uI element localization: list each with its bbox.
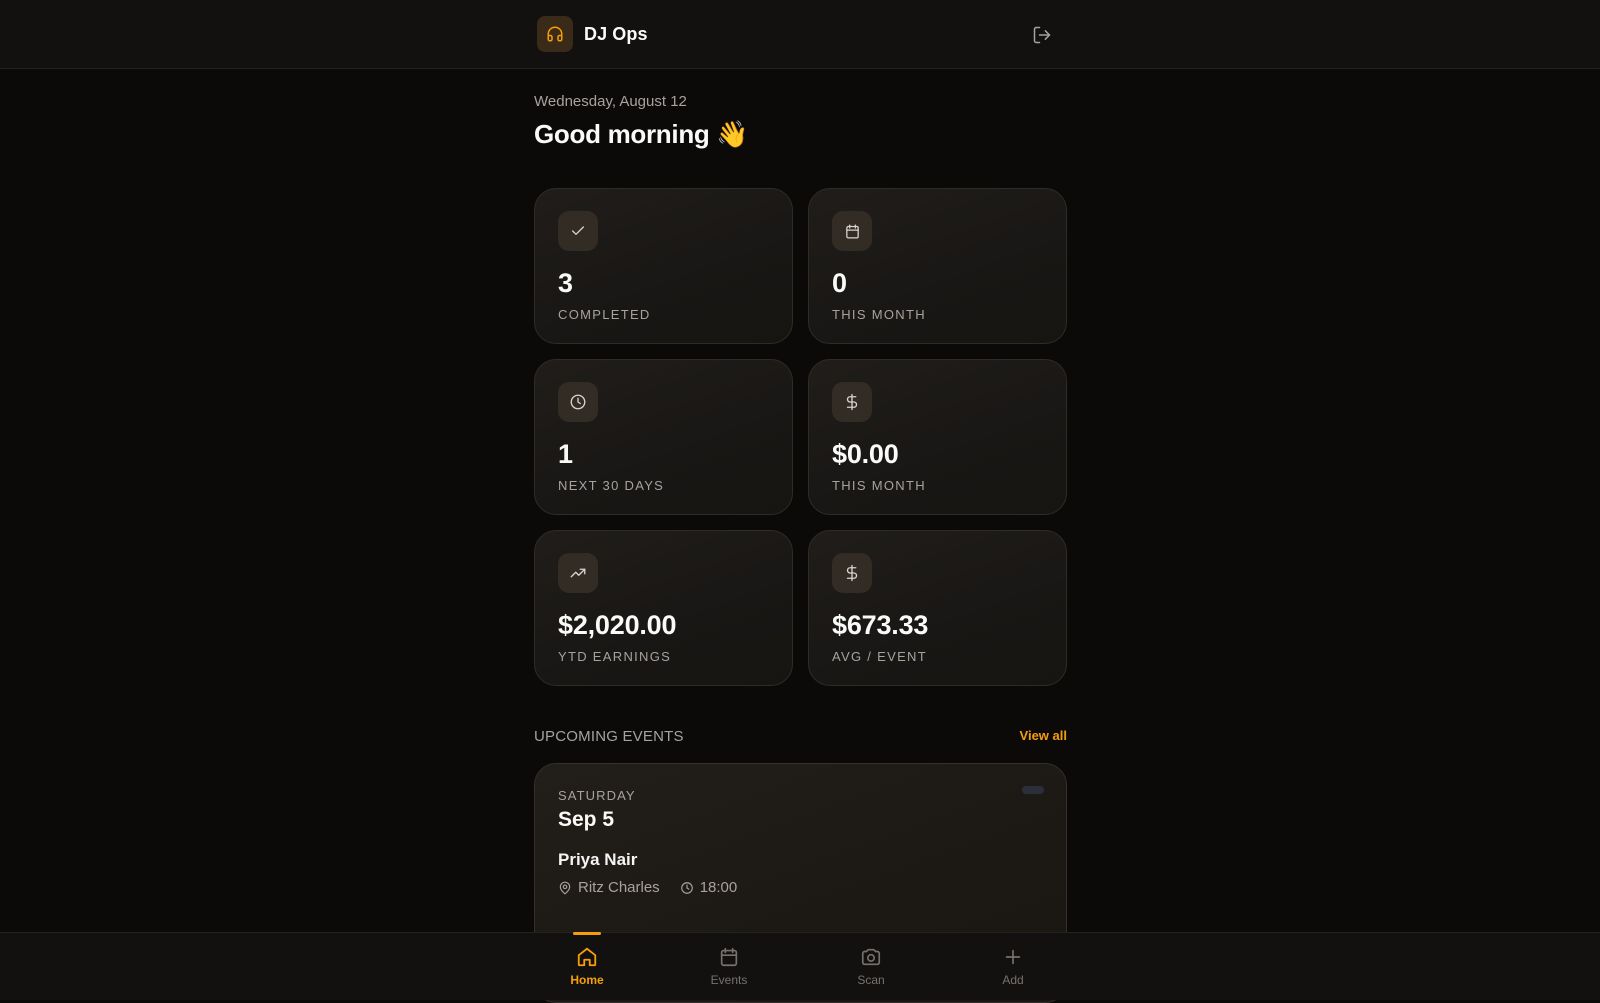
stat-label: THIS MONTH — [832, 307, 926, 322]
stat-card-this-month-events: 0 THIS MONTH — [808, 188, 1067, 344]
headphones-icon — [537, 16, 573, 52]
stat-card-ytd-earnings: $2,020.00 YTD EARNINGS — [534, 530, 793, 686]
stat-label: AVG / EVENT — [832, 649, 927, 664]
stat-value: $673.33 — [832, 610, 929, 640]
plus-icon — [1002, 945, 1024, 969]
calendar-icon — [832, 211, 872, 251]
stat-value: 1 — [558, 439, 573, 469]
stat-value: $0.00 — [832, 439, 899, 469]
stat-card-this-month-earnings: $0.00 THIS MONTH — [808, 359, 1067, 515]
view-all-link[interactable]: View all — [1020, 728, 1067, 743]
logout-button[interactable] — [1029, 22, 1055, 48]
nav-item-home[interactable]: Home — [547, 932, 627, 1001]
trending-up-icon — [558, 553, 598, 593]
stat-card-next-30-days: 1 NEXT 30 DAYS — [534, 359, 793, 515]
logout-icon — [1033, 26, 1051, 44]
greeting-heading: Good morning 👋 — [534, 119, 749, 149]
clock-icon — [680, 881, 693, 894]
active-indicator — [573, 932, 601, 935]
nav-label: Events — [710, 973, 748, 987]
upcoming-events-header: UPCOMING EVENTS View all — [534, 725, 1067, 747]
stat-label: NEXT 30 DAYS — [558, 478, 665, 493]
bottom-nav: Home Events Scan Add — [0, 932, 1600, 1000]
event-client: Priya Nair — [558, 850, 638, 869]
event-day: SATURDAY — [558, 788, 636, 803]
stat-value: 0 — [832, 268, 847, 298]
nav-label: Add — [1002, 973, 1024, 987]
dollar-icon — [832, 382, 872, 422]
clock-icon — [558, 382, 598, 422]
event-date: Sep 5 — [558, 808, 615, 831]
event-meta: Ritz Charles 18:00 — [558, 879, 737, 896]
camera-icon — [860, 945, 882, 969]
stat-label: YTD EARNINGS — [558, 649, 672, 664]
stats-grid: 3 COMPLETED 0 THIS MONTH 1 NEXT 30 DAYS … — [534, 188, 1067, 686]
stat-value: $2,020.00 — [558, 610, 677, 640]
status-badge — [1022, 786, 1044, 794]
app-name: DJ Ops — [584, 23, 648, 44]
check-icon — [558, 211, 598, 251]
section-title: UPCOMING EVENTS — [534, 728, 684, 745]
stat-card-completed: 3 COMPLETED — [534, 188, 793, 344]
brand: DJ Ops — [537, 16, 648, 52]
nav-label: Home — [570, 973, 604, 987]
map-pin-icon — [559, 881, 571, 894]
current-date: Wednesday, August 12 — [534, 93, 687, 110]
nav-label: Scan — [857, 973, 885, 987]
stat-label: THIS MONTH — [832, 478, 926, 493]
event-time: 18:00 — [699, 879, 738, 896]
event-venue: Ritz Charles — [578, 879, 660, 896]
dollar-icon — [832, 553, 872, 593]
nav-item-add[interactable]: Add — [973, 933, 1053, 1001]
stat-label: COMPLETED — [558, 307, 651, 322]
top-bar: DJ Ops — [0, 0, 1600, 69]
home-icon — [576, 945, 598, 969]
stat-value: 3 — [558, 268, 573, 298]
stat-card-avg-event: $673.33 AVG / EVENT — [808, 530, 1067, 686]
nav-item-scan[interactable]: Scan — [831, 933, 911, 1001]
calendar-icon — [718, 945, 740, 969]
nav-item-events[interactable]: Events — [689, 933, 769, 1001]
